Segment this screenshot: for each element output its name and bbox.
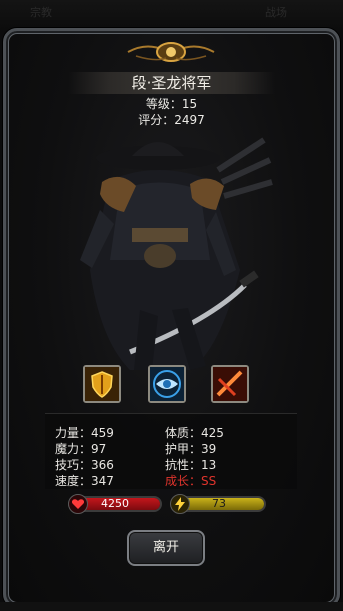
attr-magic: 魔力：97 (55, 442, 107, 456)
attr-skill: 技巧：366 (55, 458, 114, 472)
heart-icon (68, 494, 88, 514)
lightning-icon (170, 494, 190, 514)
slash-icon (213, 367, 247, 401)
attr-growth: 成长：SS (165, 474, 217, 488)
attr-constitution: 体质：425 (165, 426, 224, 440)
attr-strength: 力量：459 (55, 426, 114, 440)
eye-icon (150, 367, 184, 401)
shield-icon (85, 367, 119, 401)
skill-slot-shield[interactable] (83, 365, 121, 403)
hero-name: 段·圣龙将军 (68, 72, 275, 94)
leave-button[interactable]: 离开 (127, 530, 205, 566)
skill-slot-eye[interactable] (148, 365, 186, 403)
attr-armor: 护甲：39 (165, 442, 217, 456)
bottom-strip (0, 602, 343, 611)
hero-level: 等级：15 (145, 97, 198, 111)
attr-speed: 速度：347 (55, 474, 114, 488)
skill-slot-slash[interactable] (211, 365, 249, 403)
header-hint-left: 宗教 (30, 6, 52, 19)
background-header: 宗教 战场 (0, 0, 343, 30)
header-hint-right: 战场 (265, 6, 287, 19)
attr-resistance: 抗性：13 (165, 458, 217, 472)
crest-ornament-icon (127, 42, 215, 62)
hero-portrait (80, 137, 273, 370)
